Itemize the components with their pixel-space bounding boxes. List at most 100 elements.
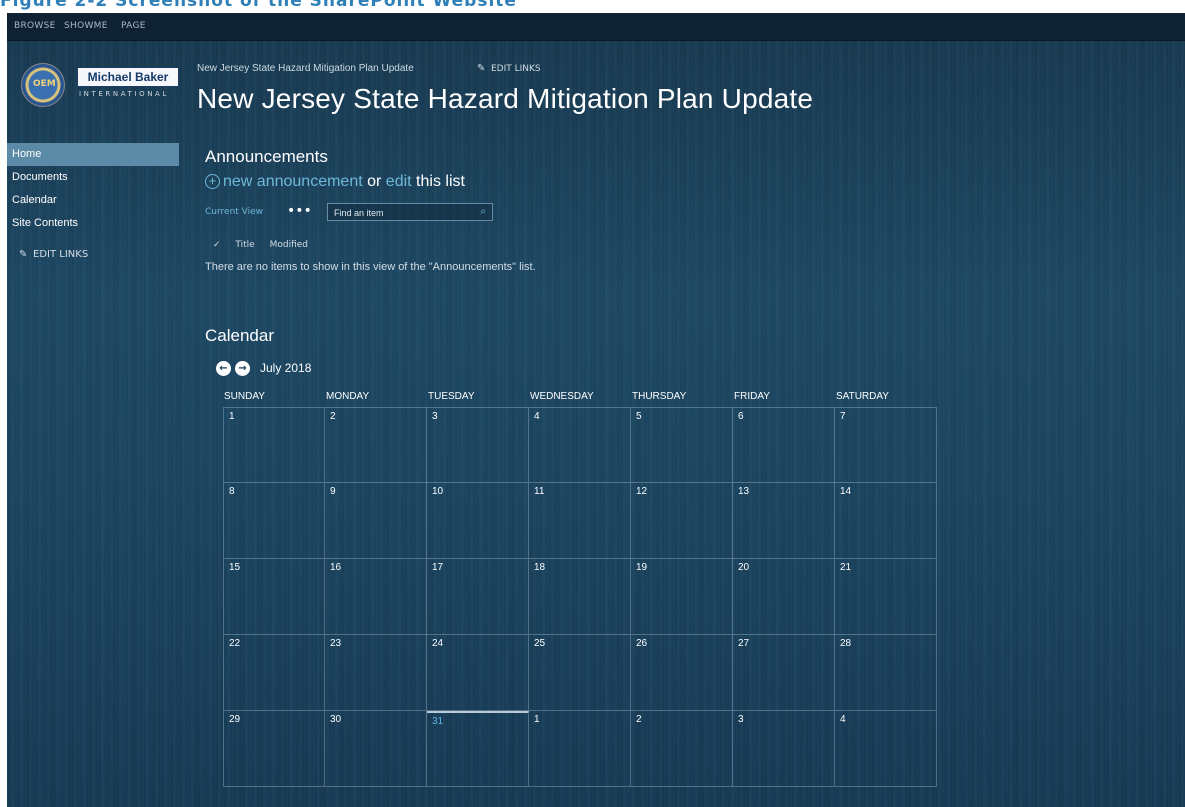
calendar-day-cell[interactable]: 12 — [631, 483, 733, 559]
current-view-link[interactable]: Current View — [205, 207, 263, 217]
calendar-day-number[interactable]: 31 — [432, 716, 443, 727]
calendar-day-number[interactable]: 29 — [229, 714, 240, 725]
edit-list-link[interactable]: edit — [386, 173, 412, 190]
calendar-day-number[interactable]: 3 — [738, 714, 744, 725]
calendar-day-number[interactable]: 1 — [229, 411, 235, 422]
calendar-day-number[interactable]: 22 — [229, 638, 240, 649]
calendar-day-number[interactable]: 3 — [432, 411, 438, 422]
calendar-day-number[interactable]: 10 — [432, 486, 443, 497]
sidebar-item-documents[interactable]: Documents — [7, 166, 179, 189]
calendar-day-cell[interactable]: 22 — [223, 635, 325, 711]
more-options-icon[interactable]: ••• — [287, 203, 312, 219]
calendar-day-number[interactable]: 8 — [229, 486, 235, 497]
calendar-day-number[interactable]: 4 — [840, 714, 846, 725]
calendar-day-cell[interactable]: 23 — [325, 635, 427, 711]
previous-month-icon[interactable]: ← — [216, 361, 231, 376]
calendar-day-cell[interactable]: 19 — [631, 559, 733, 635]
calendar-day-number[interactable]: 4 — [534, 411, 540, 422]
calendar-day-number[interactable]: 16 — [330, 562, 341, 573]
announcements-title[interactable]: Announcements — [205, 147, 328, 167]
calendar-day-number[interactable]: 11 — [534, 486, 544, 497]
sidebar-item-site-contents[interactable]: Site Contents — [7, 212, 179, 235]
calendar-grid: 1 2 3 4 5 6 7 8 9 10 11 12 13 14 15 16 17 18 19 20 21 22 23 24 2… — [223, 407, 937, 788]
add-icon[interactable]: + — [205, 174, 220, 189]
calendar-day-cell[interactable]: 21 — [835, 559, 937, 635]
calendar-day-number[interactable]: 26 — [636, 638, 647, 649]
calendar-day-cell[interactable]: 17 — [427, 559, 529, 635]
calendar-day-number[interactable]: 18 — [534, 562, 545, 573]
calendar-day-cell[interactable]: 16 — [325, 559, 427, 635]
calendar-day-cell[interactable]: 13 — [733, 483, 835, 559]
calendar-day-cell[interactable]: 26 — [631, 635, 733, 711]
column-modified[interactable]: Modified — [270, 240, 308, 250]
ribbon-tab-showme[interactable]: SHOWME — [64, 21, 108, 31]
calendar-day-cell[interactable]: 4 — [529, 407, 631, 483]
top-edit-links[interactable]: ✎ EDIT LINKS — [477, 63, 541, 74]
next-month-icon[interactable]: → — [235, 361, 250, 376]
day-header-monday: MONDAY — [326, 391, 370, 402]
calendar-day-number[interactable]: 23 — [330, 638, 341, 649]
calendar-day-cell[interactable]: 3 — [733, 711, 835, 787]
calendar-day-cell[interactable]: 20 — [733, 559, 835, 635]
sidebar-edit-links[interactable]: ✎ EDIT LINKS — [7, 249, 179, 260]
calendar-day-cell[interactable]: 31 — [427, 711, 529, 787]
search-icon[interactable]: ⌕ — [480, 206, 486, 217]
calendar-day-cell[interactable]: 27 — [733, 635, 835, 711]
calendar-day-cell[interactable]: 6 — [733, 407, 835, 483]
calendar-day-number[interactable]: 9 — [330, 486, 336, 497]
calendar-day-number[interactable]: 13 — [738, 486, 749, 497]
calendar-day-number[interactable]: 15 — [229, 562, 240, 573]
site-logo[interactable]: OEM Michael Baker INTERNATIONAL — [21, 63, 179, 108]
calendar-day-number[interactable]: 28 — [840, 638, 851, 649]
search-input[interactable] — [334, 206, 464, 219]
calendar-day-number[interactable]: 19 — [636, 562, 647, 573]
calendar-day-cell[interactable]: 11 — [529, 483, 631, 559]
calendar-day-cell[interactable]: 8 — [223, 483, 325, 559]
breadcrumb[interactable]: New Jersey State Hazard Mitigation Plan … — [197, 63, 414, 74]
ribbon-tab-browse[interactable]: BROWSE — [14, 21, 56, 31]
calendar-day-number[interactable]: 5 — [636, 411, 642, 422]
calendar-day-number[interactable]: 6 — [738, 411, 744, 422]
calendar-day-cell[interactable]: 14 — [835, 483, 937, 559]
sidebar-item-calendar[interactable]: Calendar — [7, 189, 179, 212]
calendar-day-number[interactable]: 30 — [330, 714, 341, 725]
calendar-day-cell[interactable]: 7 — [835, 407, 937, 483]
calendar-day-cell[interactable]: 28 — [835, 635, 937, 711]
calendar-day-number[interactable]: 24 — [432, 638, 443, 649]
calendar-day-cell[interactable]: 5 — [631, 407, 733, 483]
calendar-day-number[interactable]: 1 — [534, 714, 540, 725]
calendar-day-number[interactable]: 7 — [840, 411, 846, 422]
calendar-day-cell[interactable]: 9 — [325, 483, 427, 559]
this-list-text: this list — [416, 173, 465, 190]
search-box[interactable]: ⌕ — [327, 203, 493, 221]
new-announcement-link[interactable]: new announcement — [223, 173, 363, 190]
calendar-day-number[interactable]: 17 — [432, 562, 443, 573]
calendar-day-cell[interactable]: 24 — [427, 635, 529, 711]
calendar-day-number[interactable]: 25 — [534, 638, 545, 649]
calendar-day-cell[interactable]: 18 — [529, 559, 631, 635]
sidebar-item-home[interactable]: Home — [7, 143, 179, 166]
calendar-day-number[interactable]: 27 — [738, 638, 749, 649]
select-all-checkmark[interactable]: ✓ — [213, 240, 221, 250]
calendar-day-cell[interactable]: 1 — [529, 711, 631, 787]
day-header-tuesday: TUESDAY — [428, 391, 475, 402]
calendar-day-cell[interactable]: 4 — [835, 711, 937, 787]
calendar-day-cell[interactable]: 2 — [631, 711, 733, 787]
calendar-day-cell[interactable]: 2 — [325, 407, 427, 483]
calendar-day-cell[interactable]: 30 — [325, 711, 427, 787]
calendar-title[interactable]: Calendar — [205, 326, 274, 346]
ribbon-tab-page[interactable]: PAGE — [121, 21, 146, 31]
calendar-day-number[interactable]: 20 — [738, 562, 749, 573]
calendar-day-number[interactable]: 14 — [840, 486, 851, 497]
calendar-day-cell[interactable]: 10 — [427, 483, 529, 559]
calendar-day-number[interactable]: 2 — [330, 411, 336, 422]
calendar-day-number[interactable]: 2 — [636, 714, 642, 725]
calendar-day-cell[interactable]: 1 — [223, 407, 325, 483]
calendar-day-cell[interactable]: 25 — [529, 635, 631, 711]
calendar-day-number[interactable]: 12 — [636, 486, 647, 497]
column-title[interactable]: Title — [235, 240, 254, 250]
calendar-day-number[interactable]: 21 — [840, 562, 851, 573]
calendar-day-cell[interactable]: 3 — [427, 407, 529, 483]
calendar-day-cell[interactable]: 15 — [223, 559, 325, 635]
calendar-day-cell[interactable]: 29 — [223, 711, 325, 787]
